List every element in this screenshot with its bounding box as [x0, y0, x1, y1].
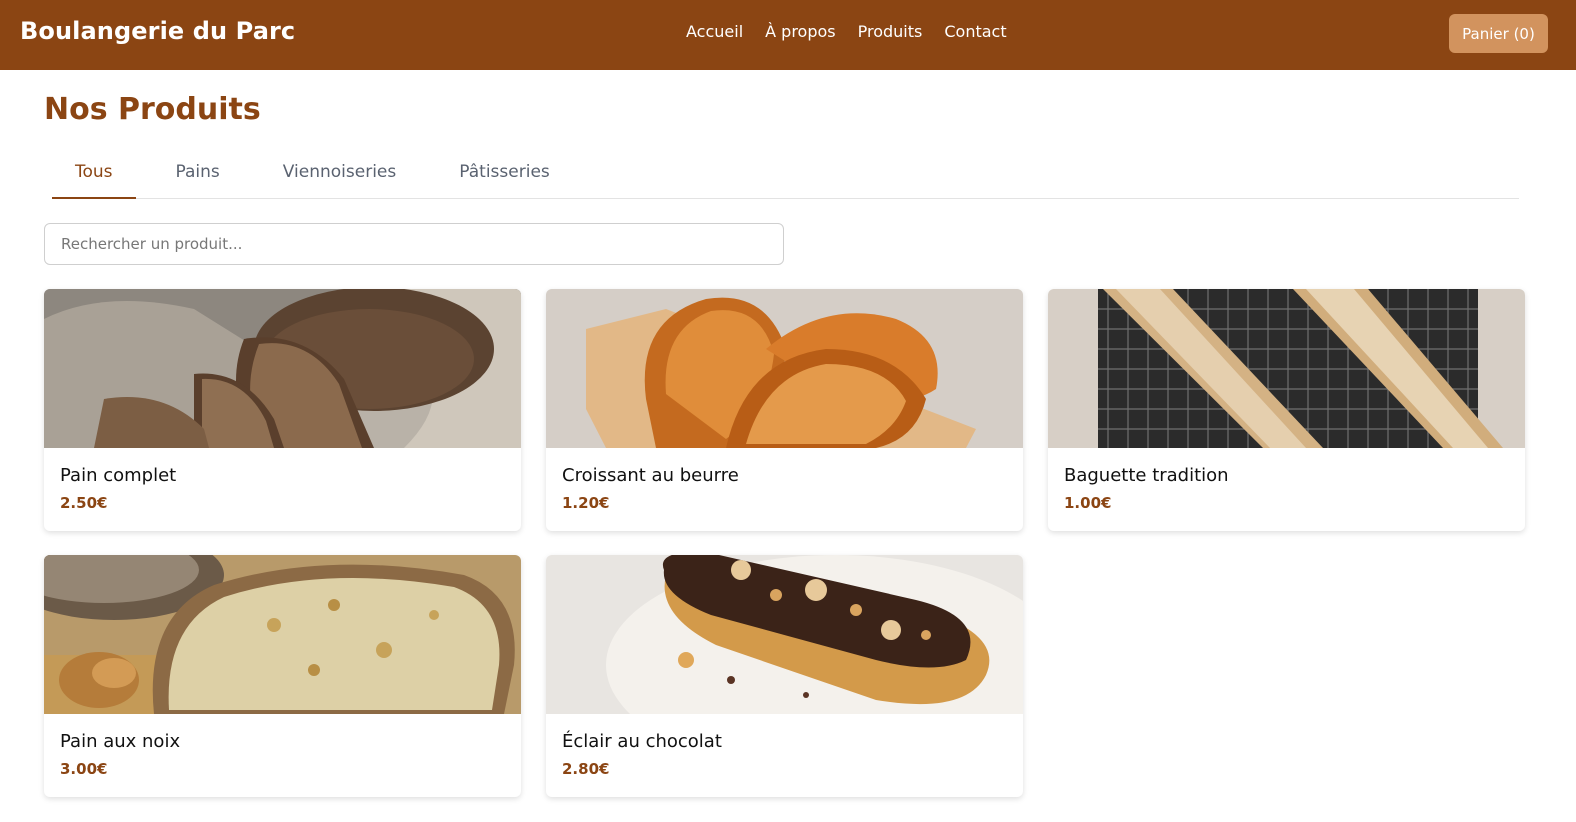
- product-image-pain-complet: [44, 289, 521, 448]
- product-price: 3.00€: [60, 760, 108, 778]
- nav-link-accueil[interactable]: Accueil: [686, 22, 743, 41]
- tab-viennoiseries[interactable]: Viennoiseries: [260, 152, 419, 199]
- product-name: Éclair au chocolat: [562, 731, 722, 752]
- product-image-croissant: [546, 289, 1023, 448]
- product-image-pain-aux-noix: [44, 555, 521, 714]
- product-image-baguette: [1048, 289, 1525, 448]
- product-price: 2.80€: [562, 760, 610, 778]
- tab-patisseries[interactable]: Pâtisseries: [436, 152, 573, 199]
- category-tabs: Tous Pains Viennoiseries Pâtisseries: [52, 152, 1519, 199]
- product-card[interactable]: Croissant au beurre 1.20€: [546, 289, 1023, 531]
- product-card[interactable]: Pain complet 2.50€: [44, 289, 521, 531]
- product-grid: Pain complet 2.50€ Croissant au beurre 1…: [44, 289, 1525, 797]
- product-image-eclair: [546, 555, 1023, 714]
- top-navbar: Boulangerie du Parc Accueil À propos Pro…: [0, 0, 1576, 70]
- main-nav: Accueil À propos Produits Contact: [686, 22, 1007, 41]
- product-price: 1.00€: [1064, 494, 1112, 512]
- product-card[interactable]: Baguette tradition 1.00€: [1048, 289, 1525, 531]
- tab-tous[interactable]: Tous: [52, 152, 136, 199]
- product-name: Pain aux noix: [60, 731, 181, 752]
- brand-logo-text[interactable]: Boulangerie du Parc: [20, 17, 295, 45]
- nav-link-contact[interactable]: Contact: [944, 22, 1006, 41]
- search-input[interactable]: [44, 223, 784, 265]
- product-name: Croissant au beurre: [562, 465, 739, 486]
- page-title: Nos Produits: [44, 92, 261, 127]
- product-card[interactable]: Éclair au chocolat 2.80€: [546, 555, 1023, 797]
- product-name: Pain complet: [60, 465, 177, 486]
- product-name: Baguette tradition: [1064, 465, 1229, 486]
- product-price: 1.20€: [562, 494, 610, 512]
- product-card[interactable]: Pain aux noix 3.00€: [44, 555, 521, 797]
- product-price: 2.50€: [60, 494, 108, 512]
- tab-pains[interactable]: Pains: [153, 152, 243, 199]
- nav-link-a-propos[interactable]: À propos: [765, 22, 835, 41]
- nav-link-produits[interactable]: Produits: [858, 22, 923, 41]
- cart-button[interactable]: Panier (0): [1449, 14, 1548, 53]
